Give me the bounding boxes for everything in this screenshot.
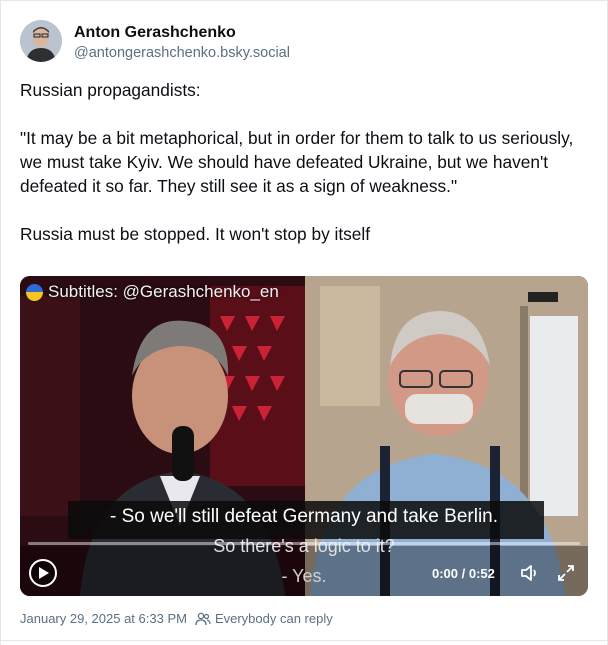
reply-setting[interactable]: Everybody can reply [195,611,333,626]
play-icon [39,567,49,579]
author-avatar[interactable] [20,20,62,62]
divider [0,640,608,641]
post-meta: January 29, 2025 at 6:33 PM Everybody ca… [20,611,333,626]
play-button[interactable] [29,559,57,587]
video-progress-bar[interactable] [28,542,580,545]
author-name[interactable]: Anton Gerashchenko [74,24,236,42]
post-timestamp[interactable]: January 29, 2025 at 6:33 PM [20,611,187,626]
fullscreen-icon[interactable] [557,564,575,582]
video-player[interactable]: Subtitles: @Gerashchenko_en - So we'll s… [20,276,588,596]
subtitle-line-3: - Yes. [281,566,327,586]
avatar-photo-icon [20,20,62,62]
subtitle-line-2: So there's a logic to it? [213,536,395,556]
reply-setting-label: Everybody can reply [214,611,333,626]
subtitle-watermark: Subtitles: @Gerashchenko_en [26,282,279,302]
post-text: Russian propagandists: "It may be a bit … [20,80,574,244]
ukraine-flag-icon [26,283,43,301]
video-time: 0:00 / 0:52 [432,566,495,581]
watermark-text: Subtitles: @Gerashchenko_en [48,282,279,301]
subtitle-line-1: - So we'll still defeat Germany and take… [109,506,499,527]
volume-icon[interactable] [520,564,540,582]
people-icon [195,612,211,625]
author-handle[interactable]: @antongerashchenko.bsky.social [74,45,290,61]
